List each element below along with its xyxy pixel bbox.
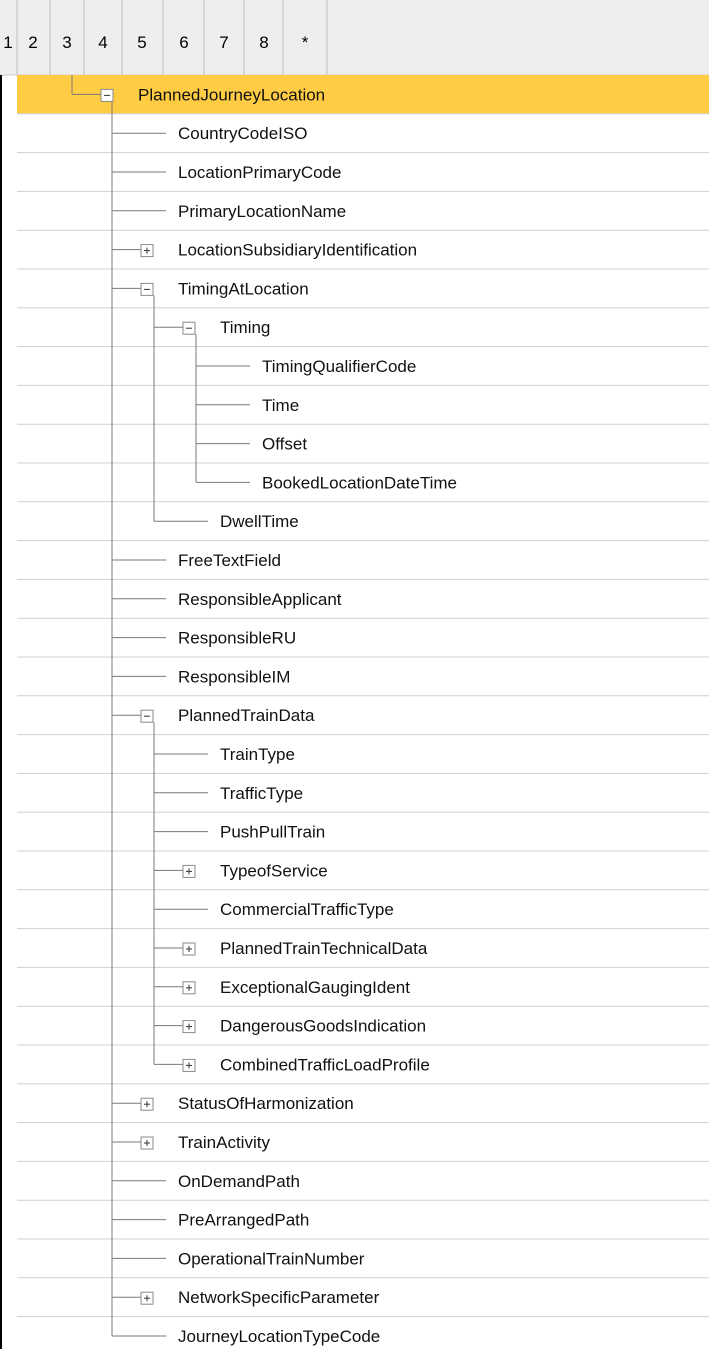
node-label: ResponsibleIM [178, 667, 290, 686]
node-label: PlannedJourneyLocation [138, 85, 325, 104]
level-button-3[interactable]: 3 [62, 33, 71, 52]
node-label: ResponsibleRU [178, 629, 296, 648]
level-button-2[interactable]: 2 [28, 33, 37, 52]
node-label: ResponsibleApplicant [178, 590, 342, 609]
expand-icon[interactable] [140, 244, 154, 258]
node-label: PlannedTrainTechnicalData [220, 939, 428, 958]
collapse-icon[interactable] [140, 282, 154, 296]
expand-icon[interactable] [182, 981, 196, 995]
node-label: StatusOfHarmonization [178, 1094, 354, 1113]
expand-icon[interactable] [182, 1020, 196, 1034]
level-header: 1 2 3 4 5 6 7 8 * [0, 0, 709, 76]
xml-structure-tree: 1 2 3 4 5 6 7 8 * PlannedJourneyLocation CountryCo… [0, 0, 709, 1349]
node-label: DwellTime [220, 512, 299, 531]
expand-icon[interactable] [140, 1291, 154, 1305]
node-label: LocationSubsidiaryIdentification [178, 241, 417, 260]
node-label: TrainType [220, 745, 295, 764]
expand-icon[interactable] [182, 864, 196, 878]
node-label: TypeofService [220, 861, 328, 880]
node-label: CommercialTrafficType [220, 900, 394, 919]
node-label: PushPullTrain [220, 823, 325, 842]
collapse-icon[interactable] [140, 709, 154, 723]
level-button-1[interactable]: 1 [3, 33, 12, 52]
collapse-icon[interactable] [182, 321, 196, 335]
node-label: OnDemandPath [178, 1172, 300, 1191]
level-button-4[interactable]: 4 [98, 33, 107, 52]
node-label: TrainActivity [178, 1133, 270, 1152]
level-button-5[interactable]: 5 [137, 33, 146, 52]
node-label: CombinedTrafficLoadProfile [220, 1055, 430, 1074]
expand-icon[interactable] [140, 1097, 154, 1111]
node-label: DangerousGoodsIndication [220, 1017, 426, 1036]
collapse-icon[interactable] [100, 88, 114, 102]
expand-icon[interactable] [140, 1136, 154, 1150]
node-label: FreeTextField [178, 551, 281, 570]
node-label: TimingAtLocation [178, 279, 309, 298]
level-button-6[interactable]: 6 [179, 33, 188, 52]
level-button-all[interactable]: * [302, 33, 309, 52]
node-label: PlannedTrainData [178, 706, 315, 725]
node-label: CountryCodeISO [178, 124, 307, 143]
expand-icon[interactable] [182, 1058, 196, 1072]
node-label: PreArrangedPath [178, 1211, 309, 1230]
tree-background [0, 0, 709, 1349]
node-label: TrafficType [220, 784, 303, 803]
node-label: OperationalTrainNumber [178, 1249, 365, 1268]
level-button-8[interactable]: 8 [259, 33, 268, 52]
node-label: BookedLocationDateTime [262, 473, 457, 492]
node-label: LocationPrimaryCode [178, 163, 341, 182]
node-label: NetworkSpecificParameter [178, 1288, 380, 1307]
node-label: TimingQualifierCode [262, 357, 416, 376]
level-button-7[interactable]: 7 [219, 33, 228, 52]
node-label: Timing [220, 318, 270, 337]
selected-row-highlight [17, 75, 709, 114]
node-label: JourneyLocationTypeCode [178, 1327, 380, 1346]
node-label: ExceptionalGaugingIdent [220, 978, 410, 997]
expand-icon[interactable] [182, 942, 196, 956]
node-label: Time [262, 396, 299, 415]
node-label: PrimaryLocationName [178, 202, 346, 221]
node-label: Offset [262, 435, 307, 454]
